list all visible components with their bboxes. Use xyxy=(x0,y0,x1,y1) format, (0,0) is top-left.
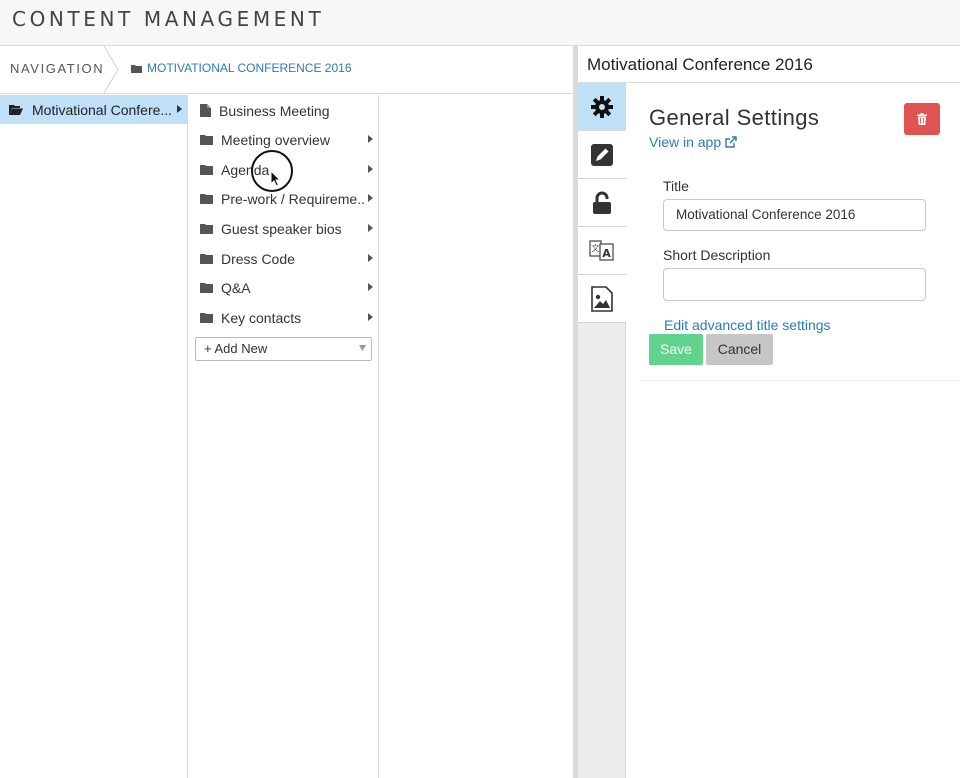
folder-icon xyxy=(200,224,213,234)
breadcrumb: NAVIGATION MOTIVATIONAL CONFERENCE 2016 xyxy=(0,46,573,94)
folder-icon xyxy=(200,313,213,323)
tab-general-settings[interactable] xyxy=(578,83,626,131)
cancel-button[interactable]: Cancel xyxy=(706,334,773,365)
tab-media[interactable] xyxy=(578,275,626,323)
tree-item-label: Business Meeting xyxy=(219,102,330,119)
folder-icon xyxy=(200,135,213,145)
title-input[interactable]: Motivational Conference 2016 xyxy=(663,199,926,231)
caret-right-icon xyxy=(368,283,373,291)
tree-column-1: Motivational Confere... xyxy=(0,95,188,778)
detail-title: Motivational Conference 2016 xyxy=(587,55,813,74)
breadcrumb-current-label: MOTIVATIONAL CONFERENCE 2016 xyxy=(147,61,352,75)
unlock-icon xyxy=(593,191,611,214)
folder-icon xyxy=(200,165,213,175)
breadcrumb-navigation[interactable]: NAVIGATION xyxy=(0,46,118,93)
tree-item-key-contacts[interactable]: Key contacts xyxy=(188,303,379,332)
folder-icon xyxy=(200,254,213,264)
tree-item-label: Guest speaker bios xyxy=(221,220,342,237)
image-icon xyxy=(591,285,613,312)
top-bar: CONTENT MANAGEMENT xyxy=(0,0,960,46)
caret-right-icon xyxy=(368,165,373,173)
view-in-app-link[interactable]: View in app xyxy=(649,134,737,150)
cursor-icon xyxy=(270,170,282,187)
breadcrumb-current[interactable]: MOTIVATIONAL CONFERENCE 2016 xyxy=(131,61,352,75)
tree-item-dress-code[interactable]: Dress Code xyxy=(188,244,379,273)
caret-right-icon xyxy=(368,194,373,202)
short-description-input[interactable] xyxy=(663,268,926,301)
tab-edit[interactable] xyxy=(578,131,626,179)
add-new-label: + Add New xyxy=(204,341,268,356)
caret-right-icon xyxy=(368,224,373,232)
advanced-title-settings-link[interactable]: Edit advanced title settings xyxy=(664,317,831,333)
tree-item-label: Dress Code xyxy=(221,250,295,267)
tree-item-label: Motivational Confere... xyxy=(32,101,173,118)
tree-item-label: Pre-work / Requireme.. xyxy=(221,190,365,207)
tree-column-3 xyxy=(379,95,573,778)
tree-item-label: Key contacts xyxy=(221,309,302,326)
folder-icon xyxy=(131,64,142,73)
tree-item-label: Meeting overview xyxy=(221,131,330,148)
detail-tabs: A 文 xyxy=(578,83,626,778)
tree-item-label: Q&A xyxy=(221,279,251,296)
tab-translations[interactable]: A 文 xyxy=(578,227,626,275)
title-label: Title xyxy=(663,178,689,194)
section-title: General Settings xyxy=(649,105,820,130)
breadcrumb-separator-icon xyxy=(104,46,119,93)
detail-header: Motivational Conference 2016 xyxy=(578,46,960,83)
caret-right-icon xyxy=(368,254,373,262)
delete-button[interactable] xyxy=(904,103,940,135)
tree-item-meeting-overview[interactable]: Meeting overview xyxy=(188,125,379,154)
trash-icon xyxy=(917,113,927,125)
pencil-icon xyxy=(591,143,613,166)
short-description-label: Short Description xyxy=(663,247,771,263)
caret-right-icon xyxy=(177,105,182,113)
caret-right-icon xyxy=(368,313,373,321)
form-divider xyxy=(640,380,960,381)
svg-text:A: A xyxy=(602,247,611,260)
tab-permissions[interactable] xyxy=(578,179,626,227)
folder-open-icon xyxy=(9,105,23,115)
folder-icon xyxy=(200,283,213,293)
folder-icon xyxy=(200,194,213,204)
tree-column-2: Business Meeting Meeting overview Agenda… xyxy=(188,95,379,778)
external-link-icon xyxy=(725,136,737,148)
tree-item-business-meeting[interactable]: Business Meeting xyxy=(188,96,379,125)
translate-icon: A 文 xyxy=(589,239,614,261)
svg-text:文: 文 xyxy=(592,243,600,253)
app-title: CONTENT MANAGEMENT xyxy=(12,7,325,31)
document-icon xyxy=(200,104,211,117)
tree-item-selected[interactable]: Motivational Confere... xyxy=(0,95,188,124)
view-in-app-label: View in app xyxy=(649,134,722,150)
caret-down-icon xyxy=(359,345,366,351)
gear-icon xyxy=(591,95,613,118)
add-new-select[interactable]: + Add New xyxy=(195,337,372,361)
save-button[interactable]: Save xyxy=(649,334,703,365)
tree-item-guest-speaker-bios[interactable]: Guest speaker bios xyxy=(188,214,379,243)
caret-right-icon xyxy=(368,135,373,143)
tree-item-qa[interactable]: Q&A xyxy=(188,273,379,302)
